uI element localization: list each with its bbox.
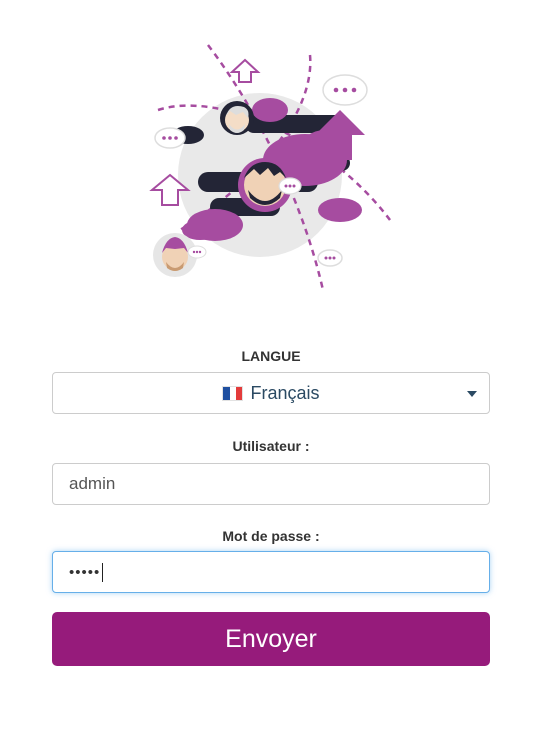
password-masked-value: ••••• — [69, 563, 101, 581]
flag-fr-icon — [222, 385, 244, 401]
language-select[interactable]: Français — [52, 372, 490, 414]
chevron-down-icon[interactable] — [467, 391, 477, 397]
username-label: Utilisateur : — [232, 438, 310, 454]
language-selected-value: Français — [250, 382, 320, 403]
text-cursor — [102, 562, 104, 582]
username-input[interactable]: admin — [52, 463, 490, 505]
language-label: LANGUE — [241, 348, 301, 364]
password-input[interactable]: ••••• — [52, 551, 490, 593]
password-label: Mot de passe : — [222, 528, 320, 544]
submit-button[interactable]: Envoyer — [52, 612, 490, 666]
username-value: admin — [69, 474, 116, 493]
social-network-illustration — [149, 44, 391, 291]
